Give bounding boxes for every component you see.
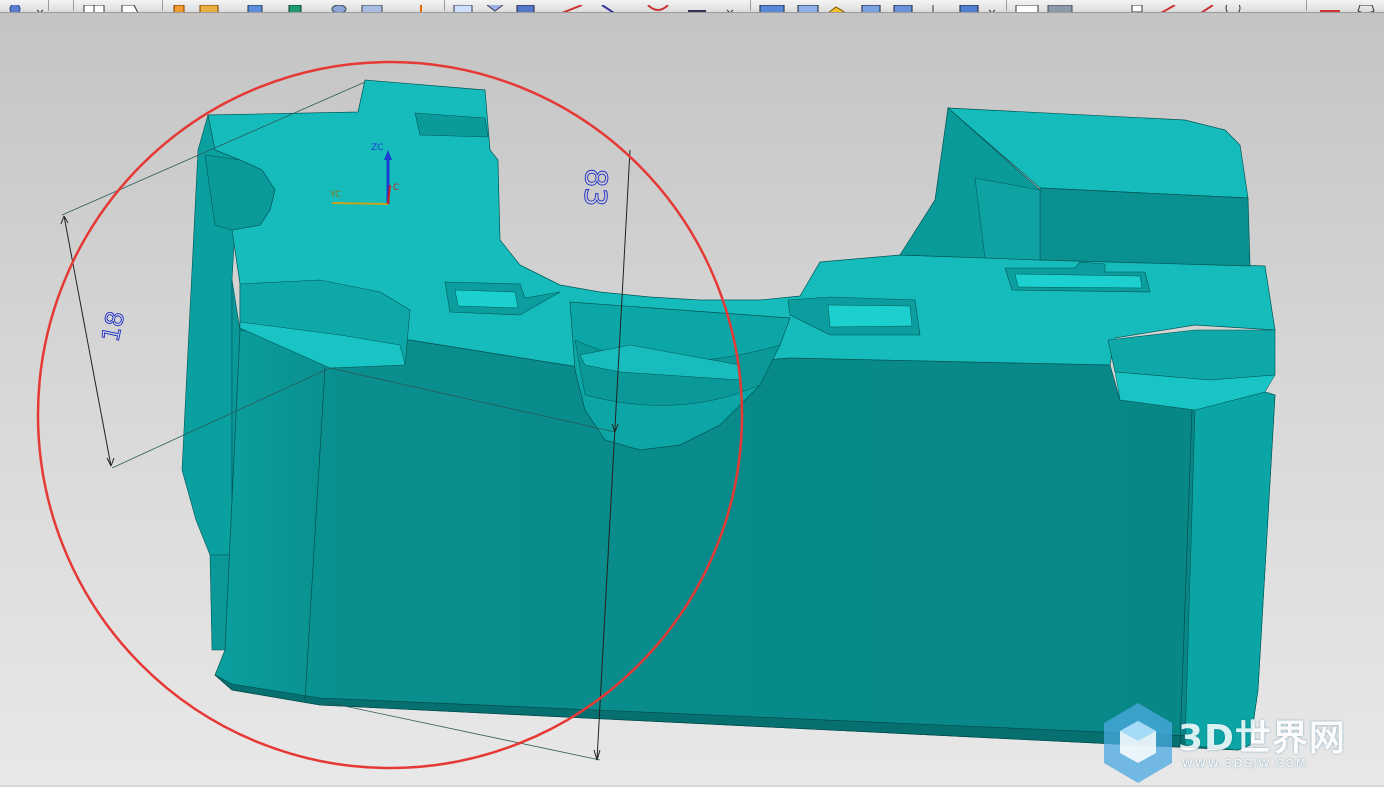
frame-icon[interactable] <box>1014 0 1040 12</box>
filter-box-icon[interactable] <box>1046 0 1074 12</box>
feature-icon[interactable] <box>198 0 222 12</box>
right-tower-front <box>1039 187 1251 267</box>
shade-icon[interactable] <box>958 0 980 12</box>
layer-icon[interactable] <box>860 0 882 12</box>
blocks-icon[interactable] <box>892 0 914 12</box>
cube-logo-icon <box>1104 703 1172 783</box>
selection-icon[interactable] <box>1128 0 1146 12</box>
layout-icon[interactable] <box>82 0 106 12</box>
arrow-icon[interactable] <box>414 0 428 12</box>
revolve-icon[interactable] <box>484 0 506 12</box>
height-dimension-label: 83 <box>577 168 613 207</box>
chevron-down-icon[interactable] <box>36 0 44 12</box>
section-icon[interactable] <box>796 0 820 12</box>
measure-icon[interactable] <box>758 0 786 12</box>
face-icon[interactable] <box>452 0 476 12</box>
depth-dimension[interactable]: 18 <box>60 215 131 467</box>
zc-axis-label: ZC <box>371 143 383 153</box>
main-toolbar <box>0 0 1384 13</box>
block-icon[interactable] <box>244 0 266 12</box>
depth-dimension-label: 18 <box>96 309 130 345</box>
circle-icon[interactable] <box>1224 0 1242 12</box>
solid-icon[interactable] <box>514 0 538 12</box>
line-tool-icon[interactable] <box>1318 0 1342 12</box>
view-orient-icon[interactable] <box>8 0 22 12</box>
box-icon[interactable] <box>172 0 188 12</box>
watermark: 3D世界网 WWW.3DSJW.COM <box>1100 701 1370 787</box>
right-ledge-pocket <box>1107 329 1276 381</box>
dimension-icon[interactable] <box>686 0 708 12</box>
color-icon[interactable] <box>288 0 302 12</box>
cylinder-icon[interactable] <box>330 0 348 12</box>
xc-axis-label: C <box>393 183 399 193</box>
chevron-down-icon[interactable] <box>726 0 734 12</box>
analysis-icon[interactable] <box>826 0 848 12</box>
snap-point-icon[interactable] <box>1198 0 1216 12</box>
right-side-face <box>1184 391 1276 751</box>
model-scene[interactable]: 18 83 ZC YC C <box>0 13 1384 785</box>
yc-axis-label: YC <box>329 190 341 200</box>
watermark-subtitle: WWW.3DSJW.COM <box>1182 757 1308 770</box>
graphics-viewport[interactable]: 18 83 ZC YC C 3D世界网 WWW.3DSJW.COM <box>0 13 1384 785</box>
pentagon-icon[interactable] <box>1356 0 1376 12</box>
line-icon[interactable] <box>598 0 618 12</box>
snap-line-icon[interactable] <box>1158 0 1178 12</box>
point-icon[interactable] <box>924 0 942 12</box>
sketch-icon[interactable] <box>560 0 584 12</box>
sheet-icon[interactable] <box>120 0 140 12</box>
extrude-icon[interactable] <box>360 0 384 12</box>
watermark-title: 3D世界网 <box>1178 718 1346 759</box>
arc-icon[interactable] <box>646 0 670 11</box>
chevron-down-icon[interactable] <box>988 0 996 12</box>
